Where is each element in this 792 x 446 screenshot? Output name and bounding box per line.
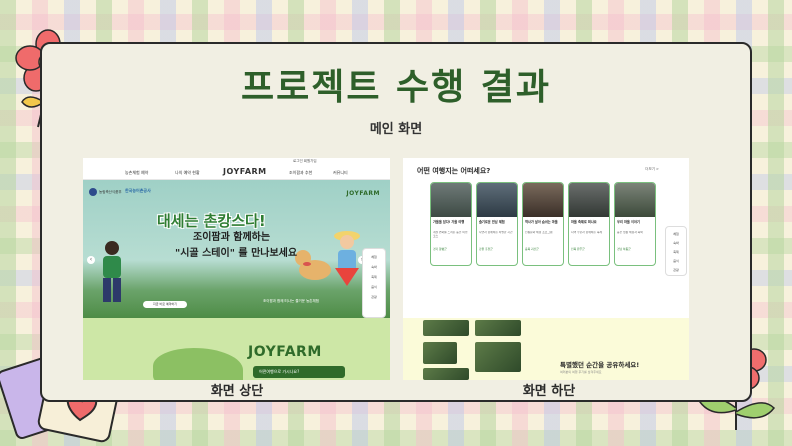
map-section: JOYFARM 어떤여행으로 가시나요?	[83, 318, 390, 380]
gov-logo: 농림축산식품부	[89, 188, 122, 196]
card-body: 자연과 함께하는 특별한 시간	[479, 231, 513, 234]
review-photo[interactable]	[475, 320, 521, 336]
quick-side-menu: 체험 숙박 축제 음식 관광	[362, 248, 386, 318]
side-menu-item[interactable]: 숙박	[363, 265, 385, 269]
more-link[interactable]: 더보기 >	[645, 167, 659, 172]
review-photo[interactable]	[423, 368, 469, 380]
quick-side-menu: 체험 숙박 축제 음식 관광	[665, 226, 687, 276]
destination-card[interactable]: 가을을 담다! 가을 여행 계절 변화를 느끼는 농촌 여행 코스 경기 양평군	[430, 182, 472, 266]
card-body: 지역 주민과 함께하는 축제	[571, 231, 602, 234]
slide-title: 프로젝트 수행 결과	[240, 67, 552, 108]
card-image	[431, 183, 471, 217]
side-menu-item[interactable]: 관광	[666, 268, 686, 272]
hero-girl-icon	[334, 231, 360, 286]
site-logo[interactable]: JOYFARM	[223, 167, 267, 176]
share-subtitle: 여러분의 여행 후기를 남겨주세요	[560, 370, 602, 374]
card-location: 경남 하동군	[617, 247, 631, 251]
side-menu-item[interactable]: 축제	[666, 250, 686, 254]
gov-emblem-icon	[89, 188, 97, 196]
island-map-icon	[153, 348, 243, 380]
destination-cards: 가을을 담다! 가을 여행 계절 변화를 느끼는 농촌 여행 코스 경기 양평군…	[430, 182, 656, 266]
side-menu-item[interactable]: 음식	[363, 285, 385, 289]
side-menu-item[interactable]: 숙박	[666, 241, 686, 245]
nav-item-my-reservation[interactable]: 나의 예약 현황	[175, 170, 200, 176]
side-menu-item[interactable]: 음식	[666, 259, 686, 263]
nav-item-reserve[interactable]: 농촌체험 예약	[125, 170, 148, 176]
hero-banner: 농림축산식품부 한국농어촌공사 JOYFARM 대세는 촌캉스다! 조이팜과 함…	[83, 180, 390, 318]
share-title: 특별했던 순간을 공유하세요!	[560, 361, 640, 369]
hero-person-icon	[103, 241, 121, 302]
hero-line-2: "시골 스테이" 를 만나보세요	[175, 248, 298, 259]
slide-subtitle: 메인 화면	[369, 122, 423, 137]
screenshot-bottom: 어떤 여행지는 어떠세요? 더보기 > 가을을 담다! 가을 여행 계절 변화를…	[403, 158, 689, 380]
dog-icon	[295, 250, 331, 280]
hero-headline: 대세는 촌캉스다!	[157, 212, 266, 230]
hero-line-1: 조이팜과 함께하는	[193, 232, 271, 243]
card-title: 슬기로운 만남 체험	[479, 220, 505, 224]
card-body: 전통문화 체험 프로그램	[525, 231, 553, 234]
review-photo[interactable]	[423, 342, 457, 364]
card-title: 역사가 살아 숨쉬는 마을	[525, 220, 558, 224]
login-links[interactable]: 로그인 회원가입	[293, 159, 317, 164]
card-title: 우리 마을 이야기	[617, 220, 640, 224]
section-logo: JOYFARM	[248, 344, 322, 360]
side-menu-item[interactable]: 관광	[363, 295, 385, 299]
card-body: 계절 변화를 느끼는 농촌 여행 코스	[433, 231, 468, 238]
card-image	[615, 183, 655, 217]
nav-item-recommend[interactable]: 조이팜과 추천	[289, 170, 312, 176]
card-image	[477, 183, 517, 217]
destination-card[interactable]: 슬기로운 만남 체험 자연과 함께하는 특별한 시간 강원 홍천군	[476, 182, 518, 266]
caption-bottom: 화면 하단	[522, 384, 576, 399]
hero-brand: JOYFARM	[346, 190, 380, 197]
card-image	[523, 183, 563, 217]
slide-panel: 프로젝트 수행 결과 메인 화면 로그인 회원가입 농촌체험 예약 나의 예약 …	[40, 42, 752, 402]
side-menu-item[interactable]: 축제	[363, 275, 385, 279]
card-image	[569, 183, 609, 217]
card-title: 마을 축제로 떠나요	[571, 220, 597, 224]
review-photo[interactable]	[423, 320, 469, 336]
card-title: 가을을 담다! 가을 여행	[433, 220, 465, 224]
card-location: 전북 완주군	[571, 247, 585, 251]
destination-card[interactable]: 우리 마을 이야기 농촌 생활 체험과 숙박 경남 하동군	[614, 182, 656, 266]
nav-item-community[interactable]: 커뮤니티	[333, 170, 348, 176]
card-body: 농촌 생활 체험과 숙박	[617, 231, 643, 234]
hero-tagline: 조이팜과 함께 떠나는 즐거운 농촌체험	[263, 299, 319, 303]
site-navbar: 로그인 회원가입 농촌체험 예약 나의 예약 현황 JOYFARM 조이팜과 추…	[83, 158, 390, 180]
review-photo[interactable]	[475, 342, 521, 372]
card-location: 강원 홍천군	[479, 247, 493, 251]
destination-card[interactable]: 역사가 살아 숨쉬는 마을 전통문화 체험 프로그램 충북 괴산군	[522, 182, 564, 266]
hero-reserve-button[interactable]: 지금 바로 예약하기	[143, 301, 187, 308]
card-location: 충북 괴산군	[525, 247, 539, 251]
caption-top: 화면 상단	[210, 384, 264, 399]
carousel-prev-icon[interactable]: ‹	[87, 256, 95, 264]
side-menu-item[interactable]: 체험	[363, 255, 385, 259]
destination-card[interactable]: 마을 축제로 떠나요 지역 주민과 함께하는 축제 전북 완주군	[568, 182, 610, 266]
travel-type-pill[interactable]: 어떤여행으로 가시나요?	[253, 366, 345, 378]
partner-logo: 한국농어촌공사	[125, 188, 151, 193]
side-menu-item[interactable]: 체험	[666, 232, 686, 236]
card-location: 경기 양평군	[433, 247, 447, 251]
screenshot-top: 로그인 회원가입 농촌체험 예약 나의 예약 현황 JOYFARM 조이팜과 추…	[83, 158, 390, 380]
recommend-title: 어떤 여행지는 어떠세요?	[417, 167, 491, 175]
